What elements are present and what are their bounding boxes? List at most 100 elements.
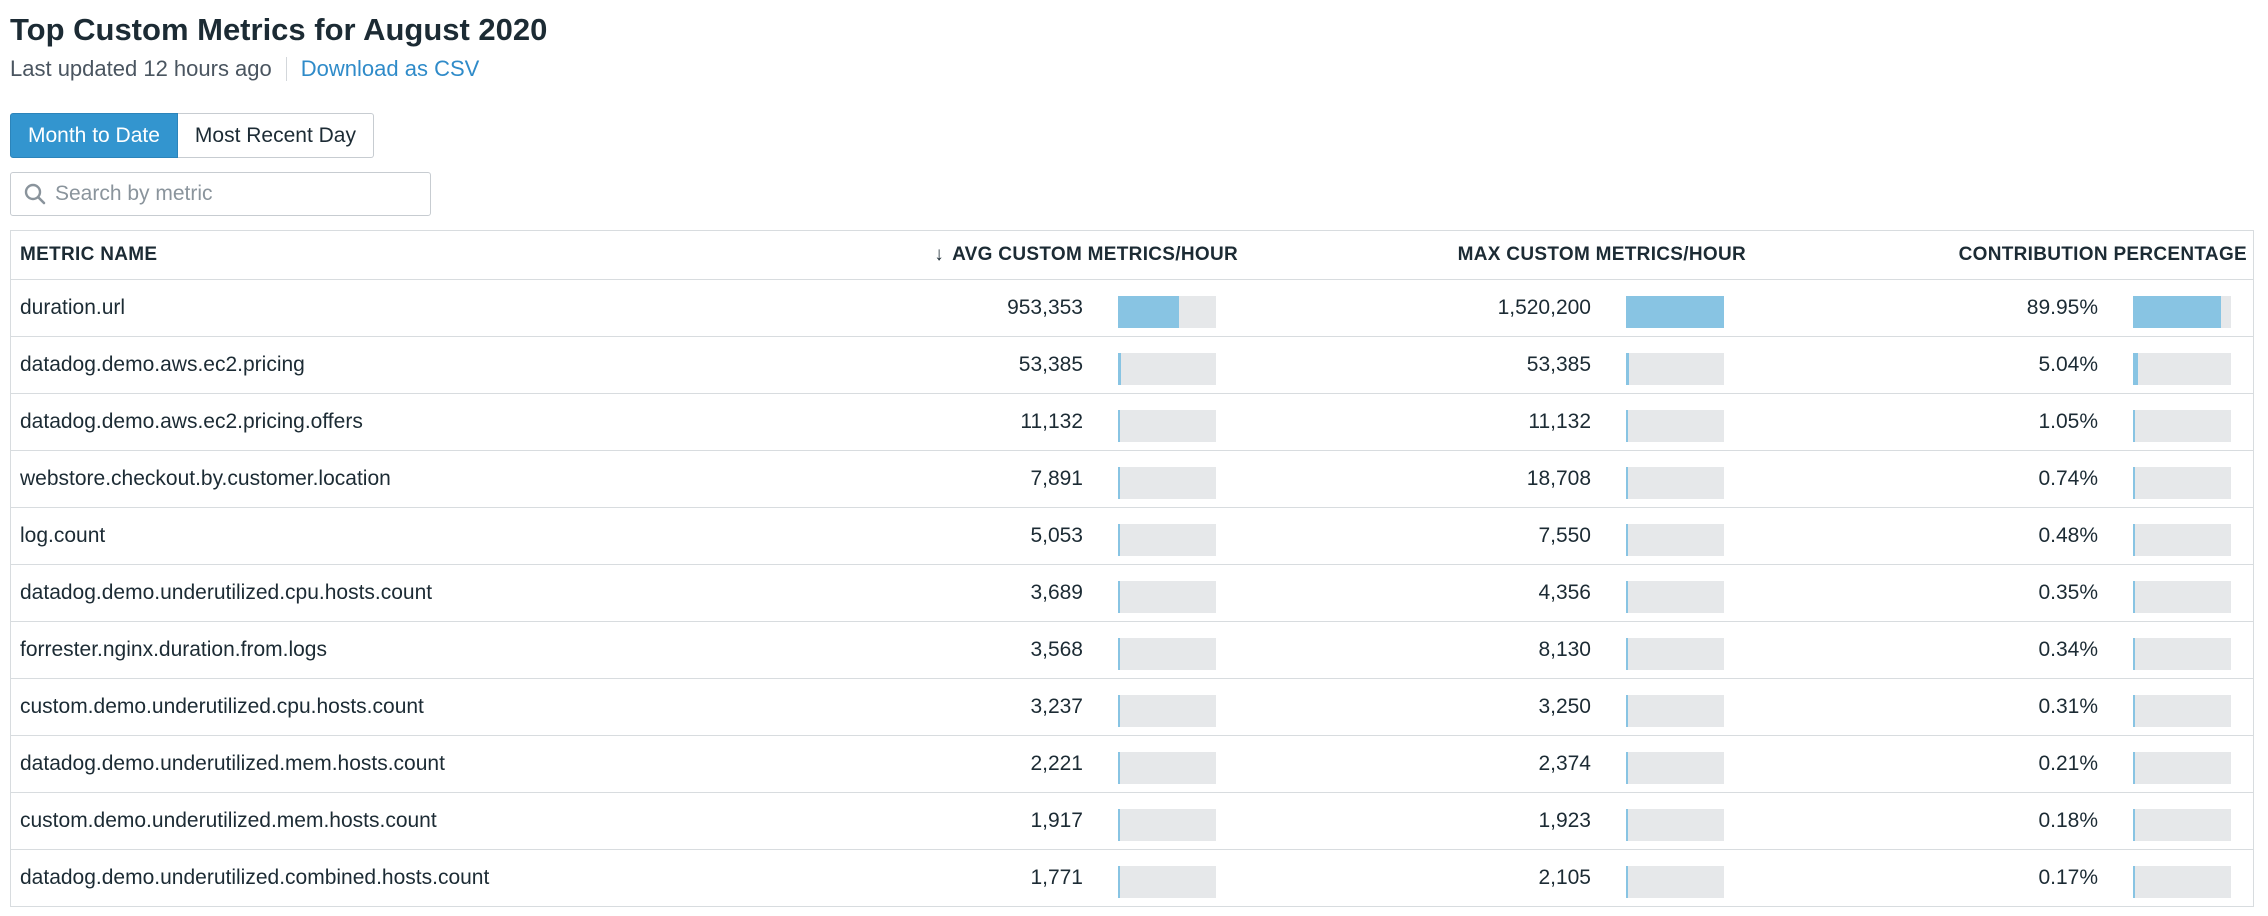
contribution-bar-fill (2133, 353, 2138, 385)
max-value-cell: 1,520,200 (1497, 296, 1591, 319)
contribution-bar-fill (2133, 581, 2135, 613)
avg-bar-fill (1118, 353, 1122, 385)
column-header-max[interactable]: MAX CUSTOM METRICS/HOUR (1458, 231, 1746, 279)
avg-bar-fill (1118, 695, 1120, 727)
max-value-cell: 53,385 (1526, 353, 1591, 376)
metric-name-cell[interactable]: datadog.demo.underutilized.cpu.hosts.cou… (20, 565, 432, 621)
last-updated-text: Last updated 12 hours ago (10, 56, 272, 81)
metric-name-cell[interactable]: datadog.demo.underutilized.combined.host… (20, 850, 489, 906)
month-to-date-button[interactable]: Month to Date (10, 113, 178, 158)
metric-name-cell[interactable]: log.count (20, 508, 105, 564)
metric-name-cell[interactable]: forrester.nginx.duration.from.logs (20, 622, 327, 678)
max-bar-track (1626, 581, 1724, 613)
max-bar-fill (1626, 638, 1628, 670)
time-range-toggle: Month to Date Most Recent Day (10, 113, 374, 158)
contribution-value-cell: 89.95% (2026, 296, 2098, 319)
max-bar-fill (1626, 467, 1628, 499)
metric-name-cell[interactable]: webstore.checkout.by.customer.location (20, 451, 391, 507)
contribution-bar-fill (2133, 467, 2135, 499)
max-bar-fill (1626, 752, 1628, 784)
contribution-value-cell: 0.35% (2038, 581, 2098, 604)
metric-name-cell[interactable]: datadog.demo.aws.ec2.pricing (20, 337, 305, 393)
metrics-table: METRIC NAME ↓ AVG CUSTOM METRICS/HOUR MA… (10, 230, 2254, 907)
metric-name-cell[interactable]: datadog.demo.aws.ec2.pricing.offers (20, 394, 363, 450)
table-row[interactable]: datadog.demo.underutilized.cpu.hosts.cou… (11, 565, 2253, 622)
metric-name-cell[interactable]: custom.demo.underutilized.mem.hosts.coun… (20, 793, 437, 849)
avg-value-cell: 1,771 (1030, 866, 1083, 889)
contribution-bar-track (2133, 467, 2231, 499)
column-header-metric-name[interactable]: METRIC NAME (20, 231, 157, 279)
contribution-bar-fill (2133, 809, 2135, 841)
metric-name-cell[interactable]: datadog.demo.underutilized.mem.hosts.cou… (20, 736, 445, 792)
avg-value-cell: 953,353 (1007, 296, 1083, 319)
table-row[interactable]: webstore.checkout.by.customer.location 7,… (11, 451, 2253, 508)
max-bar-track (1626, 524, 1724, 556)
max-bar-fill (1626, 296, 1724, 328)
avg-bar-track (1118, 695, 1216, 727)
avg-bar-track (1118, 581, 1216, 613)
column-header-contribution[interactable]: CONTRIBUTION PERCENTAGE (1959, 231, 2247, 279)
avg-bar-track (1118, 410, 1216, 442)
contribution-bar-track (2133, 353, 2231, 385)
contribution-bar-fill (2133, 410, 2135, 442)
avg-value-cell: 7,891 (1030, 467, 1083, 490)
avg-value-cell: 2,221 (1030, 752, 1083, 775)
avg-value-cell: 53,385 (1018, 353, 1083, 376)
download-csv-link[interactable]: Download as CSV (301, 56, 480, 82)
avg-bar-fill (1118, 752, 1120, 784)
avg-bar-fill (1118, 866, 1120, 898)
avg-value-cell: 3,568 (1030, 638, 1083, 661)
max-bar-track (1626, 866, 1724, 898)
contribution-value-cell: 0.48% (2038, 524, 2098, 547)
max-bar-fill (1626, 866, 1628, 898)
avg-bar-fill (1118, 638, 1120, 670)
max-bar-track (1626, 353, 1724, 385)
search-input[interactable] (55, 182, 415, 206)
metric-name-cell[interactable]: custom.demo.underutilized.cpu.hosts.coun… (20, 679, 424, 735)
table-row[interactable]: datadog.demo.aws.ec2.pricing.offers 11,13… (11, 394, 2253, 451)
table-body: duration.url 953,353 1,520,200 89.95% datado… (11, 280, 2253, 907)
avg-bar-track (1118, 752, 1216, 784)
max-bar-fill (1626, 581, 1628, 613)
avg-value-cell: 3,237 (1030, 695, 1083, 718)
avg-value-cell: 3,689 (1030, 581, 1083, 604)
table-row[interactable]: datadog.demo.aws.ec2.pricing 53,385 53,385… (11, 337, 2253, 394)
column-header-avg[interactable]: ↓ AVG CUSTOM METRICS/HOUR (934, 231, 1238, 279)
table-row[interactable]: forrester.nginx.duration.from.logs 3,568 8… (11, 622, 2253, 679)
avg-bar-fill (1118, 524, 1120, 556)
avg-bar-track (1118, 467, 1216, 499)
max-bar-track (1626, 752, 1724, 784)
contribution-value-cell: 0.17% (2038, 866, 2098, 889)
contribution-bar-track (2133, 410, 2231, 442)
contribution-bar-fill (2133, 296, 2222, 328)
table-row[interactable]: datadog.demo.underutilized.combined.host… (11, 850, 2253, 907)
table-row[interactable]: custom.demo.underutilized.mem.hosts.coun… (11, 793, 2253, 850)
max-value-cell: 18,708 (1526, 467, 1591, 490)
contribution-bar-fill (2133, 638, 2135, 670)
most-recent-day-button[interactable]: Most Recent Day (177, 113, 374, 158)
table-row[interactable]: log.count 5,053 7,550 0.48% (11, 508, 2253, 565)
avg-value-cell: 5,053 (1030, 524, 1083, 547)
contribution-value-cell: 1.05% (2038, 410, 2098, 433)
table-row[interactable]: duration.url 953,353 1,520,200 89.95% (11, 280, 2253, 337)
column-header-avg-label: AVG CUSTOM METRICS/HOUR (952, 244, 1238, 265)
table-row[interactable]: custom.demo.underutilized.cpu.hosts.coun… (11, 679, 2253, 736)
contribution-bar-track (2133, 638, 2231, 670)
contribution-bar-fill (2133, 524, 2135, 556)
table-header: METRIC NAME ↓ AVG CUSTOM METRICS/HOUR MA… (11, 231, 2253, 280)
max-value-cell: 11,132 (1528, 410, 1591, 433)
contribution-value-cell: 0.31% (2038, 695, 2098, 718)
max-bar-fill (1626, 809, 1628, 841)
contribution-bar-track (2133, 581, 2231, 613)
avg-bar-track (1118, 809, 1216, 841)
contribution-bar-fill (2133, 866, 2135, 898)
metric-name-cell[interactable]: duration.url (20, 280, 125, 336)
table-row[interactable]: datadog.demo.underutilized.mem.hosts.cou… (11, 736, 2253, 793)
contribution-value-cell: 0.18% (2038, 809, 2098, 832)
page-subtitle: Last updated 12 hours ago Download as CS… (10, 56, 479, 82)
page-title: Top Custom Metrics for August 2020 (10, 12, 548, 47)
max-value-cell: 4,356 (1538, 581, 1591, 604)
max-value-cell: 8,130 (1538, 638, 1591, 661)
avg-bar-fill (1118, 410, 1120, 442)
max-bar-fill (1626, 410, 1628, 442)
